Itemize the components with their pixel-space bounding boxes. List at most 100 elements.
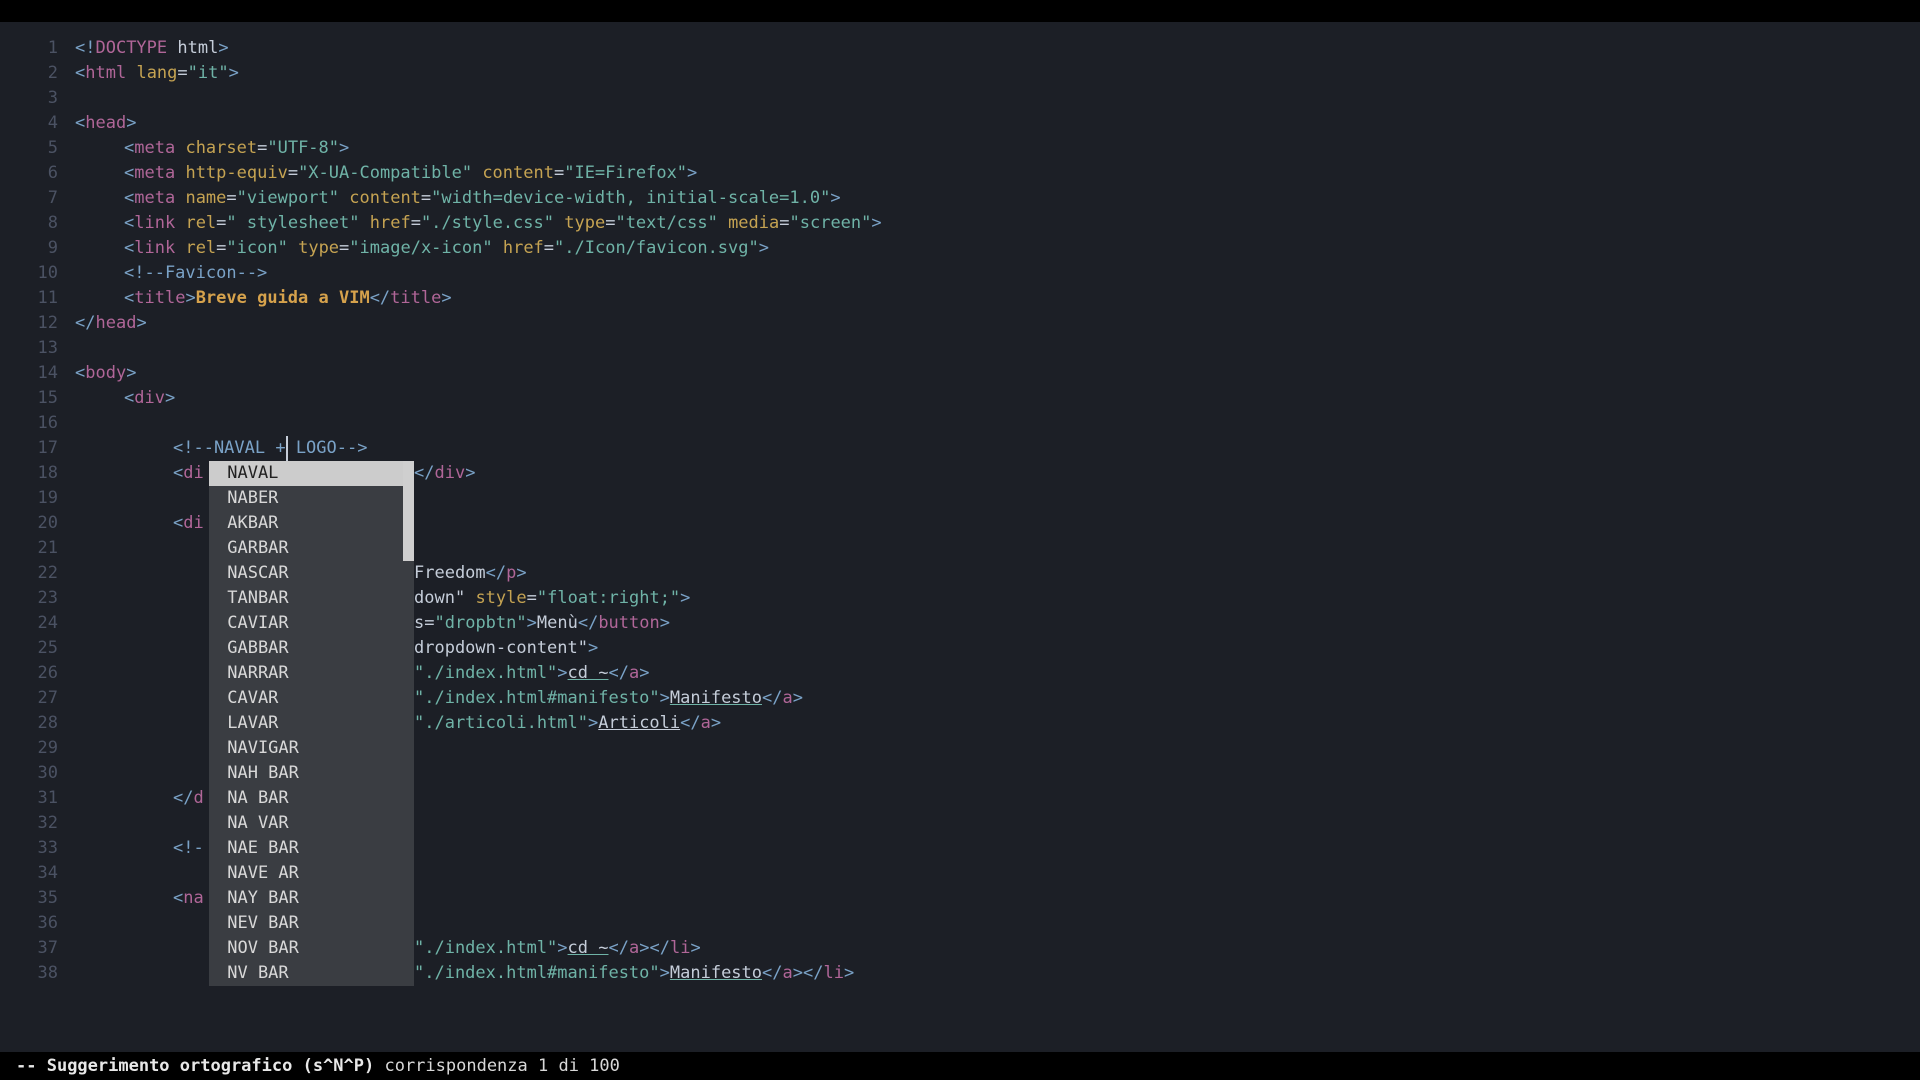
code-token: < — [124, 163, 134, 183]
code-line[interactable]: <di — [173, 511, 1910, 536]
suggestion-item[interactable]: NAVIGAR — [209, 736, 414, 761]
code-token: div — [134, 388, 165, 408]
code-token: di — [183, 463, 203, 483]
code-token: type — [564, 213, 605, 233]
suggestion-item[interactable]: GARBAR — [209, 536, 414, 561]
code-token: < — [124, 288, 134, 308]
code-token: down" — [414, 588, 465, 608]
code-token: < — [124, 138, 134, 158]
suggestion-item[interactable]: GABBAR — [209, 636, 414, 661]
code-line[interactable] — [75, 336, 1910, 361]
code-line[interactable]: </head> — [75, 311, 1910, 336]
code-line[interactable]: <meta charset="UTF-8"> — [124, 136, 1910, 161]
code-line-overflow[interactable]: "./index.html#manifesto">Manifesto</a></… — [414, 961, 1910, 986]
suggestion-item[interactable]: TANBAR — [209, 586, 414, 611]
code-token — [359, 213, 369, 233]
code-token: "X-UA-Compatible" — [298, 163, 472, 183]
suggestion-item[interactable]: LAVAR — [209, 711, 414, 736]
code-token: p — [506, 563, 516, 583]
code-token — [175, 163, 185, 183]
popup-scrollbar-thumb[interactable] — [403, 461, 414, 561]
code-line-overflow[interactable]: down" style="float:right;"> — [414, 586, 1910, 611]
code-token: <! — [75, 38, 95, 58]
code-token: a — [629, 663, 639, 683]
code-token: " stylesheet" — [226, 213, 359, 233]
line-number: 27 — [0, 686, 58, 711]
line-number: 7 — [0, 186, 58, 211]
code-token: content — [482, 163, 554, 183]
line-number: 24 — [0, 611, 58, 636]
code-line[interactable]: </d — [173, 786, 1910, 811]
line-number: 32 — [0, 811, 58, 836]
line-number: 30 — [0, 761, 58, 786]
code-token — [126, 63, 136, 83]
suggestion-item[interactable]: NAY BAR — [209, 886, 414, 911]
code-line-overflow[interactable]: </div> — [414, 461, 1910, 486]
line-number-gutter: 1234567891011121314151617181920212223242… — [0, 22, 64, 1052]
code-line-overflow[interactable]: "./index.html#manifesto">Manifesto</a> — [414, 686, 1910, 711]
code-line[interactable]: <!--NAVAL + LOGO--> — [173, 436, 1910, 461]
spelling-suggestion-popup[interactable]: NAVAL NABER AKBAR GARBAR NASCAR TANBAR C… — [209, 461, 414, 986]
line-number: 31 — [0, 786, 58, 811]
code-token: = — [177, 63, 187, 83]
code-token — [175, 138, 185, 158]
suggestion-item[interactable]: NARRAR — [209, 661, 414, 686]
suggestion-item[interactable]: NA VAR — [209, 811, 414, 836]
code-line[interactable] — [75, 86, 1910, 111]
suggestion-item[interactable]: CAVIAR — [209, 611, 414, 636]
code-line[interactable]: <link rel=" stylesheet" href="./style.cs… — [124, 211, 1910, 236]
code-line-overflow[interactable]: "./index.html">cd ~</a> — [414, 661, 1910, 686]
code-line[interactable] — [75, 411, 1910, 436]
code-line[interactable]: <na — [173, 886, 1910, 911]
code-token: meta — [134, 138, 175, 158]
code-token: > — [660, 613, 670, 633]
suggestion-item[interactable]: NAH BAR — [209, 761, 414, 786]
code-token: a — [783, 963, 793, 983]
code-token: > — [126, 113, 136, 133]
suggestion-item[interactable]: NAE BAR — [209, 836, 414, 861]
code-token: = — [605, 213, 615, 233]
code-line-overflow[interactable]: Freedom</p> — [414, 561, 1910, 586]
code-token: > — [527, 613, 537, 633]
code-token: lang — [136, 63, 177, 83]
suggestion-item[interactable]: NASCAR — [209, 561, 414, 586]
code-token: > — [711, 713, 721, 733]
code-token: "image/x-icon" — [349, 238, 492, 258]
code-line[interactable]: <!DOCTYPE html> — [75, 36, 1910, 61]
suggestion-item[interactable]: NV BAR — [209, 961, 414, 986]
suggestion-item[interactable]: AKBAR — [209, 511, 414, 536]
code-line[interactable]: <link rel="icon" type="image/x-icon" hre… — [124, 236, 1910, 261]
line-number: 22 — [0, 561, 58, 586]
code-token: = — [257, 138, 267, 158]
suggestion-item[interactable]: NOV BAR — [209, 936, 414, 961]
suggestion-item[interactable]: NABER — [209, 486, 414, 511]
line-number: 3 — [0, 86, 58, 111]
code-line-overflow[interactable]: "./articoli.html">Articoli</a> — [414, 711, 1910, 736]
code-token: button — [598, 613, 659, 633]
code-line-overflow[interactable]: s="dropbtn">Menù</button> — [414, 611, 1910, 636]
line-number: 8 — [0, 211, 58, 236]
suggestion-item[interactable]: NA BAR — [209, 786, 414, 811]
popup-scrollbar[interactable] — [403, 461, 414, 986]
suggestion-item[interactable]: CAVAR — [209, 686, 414, 711]
code-token: "IE=Firefox" — [564, 163, 687, 183]
code-line[interactable]: <!- — [173, 836, 1910, 861]
suggestion-item[interactable]: NEV BAR — [209, 911, 414, 936]
code-token: Breve guida a VIM — [196, 288, 370, 308]
code-token: </ — [680, 713, 700, 733]
suggestion-item[interactable]: NAVAL — [209, 461, 414, 486]
code-token: <!--Favicon--> — [124, 263, 267, 283]
code-line[interactable]: <meta http-equiv="X-UA-Compatible" conte… — [124, 161, 1910, 186]
code-line-overflow[interactable]: dropdown-content"> — [414, 636, 1910, 661]
code-token: title — [134, 288, 185, 308]
code-line[interactable]: <div> — [124, 386, 1910, 411]
editor-viewport[interactable]: 1234567891011121314151617181920212223242… — [0, 22, 1920, 1052]
code-line[interactable]: <meta name="viewport" content="width=dev… — [124, 186, 1910, 211]
code-line-overflow[interactable]: "./index.html">cd ~</a></li> — [414, 936, 1910, 961]
code-line[interactable]: <head> — [75, 111, 1910, 136]
code-line[interactable]: <html lang="it"> — [75, 61, 1910, 86]
suggestion-item[interactable]: NAVE AR — [209, 861, 414, 886]
code-line[interactable]: <!--Favicon--> — [124, 261, 1910, 286]
code-line[interactable]: <body> — [75, 361, 1910, 386]
code-line[interactable]: <title>Breve guida a VIM</title> — [124, 286, 1910, 311]
